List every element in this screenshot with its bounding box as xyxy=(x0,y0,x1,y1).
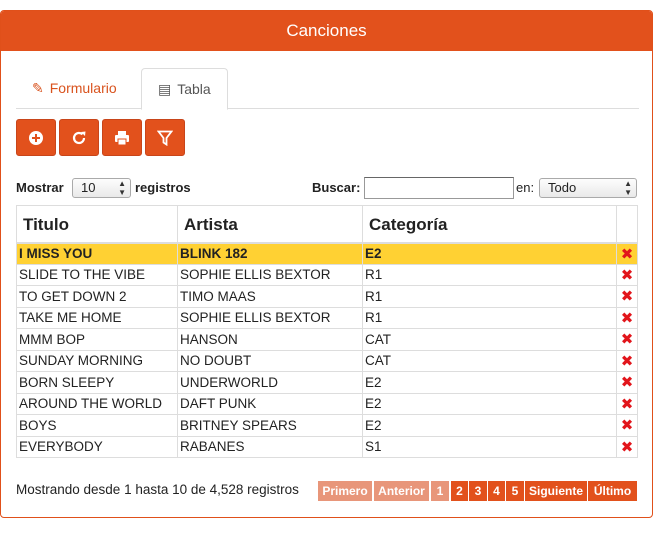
cell-artista: SOPHIE ELLIS BEXTOR xyxy=(177,263,363,286)
page-button-2[interactable]: 2 xyxy=(451,481,468,501)
cell-titulo: SLIDE TO THE VIBE xyxy=(16,263,178,286)
cell-artista: BLINK 182 xyxy=(177,242,363,265)
cell-titulo: TO GET DOWN 2 xyxy=(16,285,178,308)
first-page-button[interactable]: Primero xyxy=(318,481,372,501)
panel-title: Canciones xyxy=(1,11,652,51)
cell-categoria: E2 xyxy=(362,371,617,394)
cell-titulo: TAKE ME HOME xyxy=(16,306,178,329)
cell-categoria: E2 xyxy=(362,392,617,415)
next-page-button[interactable]: Siguiente xyxy=(525,481,587,501)
table-header-row: Titulo Artista Categoría xyxy=(16,205,638,244)
delete-icon[interactable]: ✖ xyxy=(616,435,638,458)
table-row[interactable]: BOYS BRITNEY SPEARS E2 ✖ xyxy=(16,414,638,437)
plus-circle-icon xyxy=(29,130,43,145)
delete-icon[interactable]: ✖ xyxy=(616,371,638,394)
page-button-1[interactable]: 1 xyxy=(431,481,449,501)
tab-bar: ✎ Formulario ▤ Tabla xyxy=(16,68,639,110)
table-row[interactable]: EVERYBODY RABANES S1 ✖ xyxy=(16,435,638,458)
show-label: Mostrar xyxy=(16,180,64,195)
refresh-icon xyxy=(72,131,86,144)
cell-artista: NO DOUBT xyxy=(177,349,363,372)
column-header-categoria[interactable]: Categoría xyxy=(362,205,617,244)
cell-categoria: E2 xyxy=(362,414,617,437)
cell-artista: HANSON xyxy=(177,328,363,351)
column-header-artista[interactable]: Artista xyxy=(177,205,363,244)
search-field-value: Todo xyxy=(548,180,577,195)
page-button-3[interactable]: 3 xyxy=(469,481,487,501)
cell-artista: DAFT PUNK xyxy=(177,392,363,415)
filter-button[interactable] xyxy=(145,119,185,156)
refresh-button[interactable] xyxy=(59,119,99,156)
cell-titulo: BOYS xyxy=(16,414,178,437)
table-row[interactable]: SUNDAY MORNING NO DOUBT CAT ✖ xyxy=(16,349,638,372)
delete-icon[interactable]: ✖ xyxy=(616,242,638,265)
add-button[interactable] xyxy=(16,119,56,156)
table-row[interactable]: TAKE ME HOME SOPHIE ELLIS BEXTOR R1 ✖ xyxy=(16,306,638,329)
tab-tabla[interactable]: ▤ Tabla xyxy=(141,68,228,110)
delete-icon[interactable]: ✖ xyxy=(616,285,638,308)
search-label: Buscar: xyxy=(312,180,361,195)
table-controls: Mostrar 10 ▲ ▼ registros Buscar: en: Todo… xyxy=(16,177,637,199)
page-size-value: 10 xyxy=(81,180,96,195)
pencil-icon: ✎ xyxy=(32,80,44,96)
tab-formulario[interactable]: ✎ Formulario xyxy=(16,68,139,110)
cell-artista: UNDERWORLD xyxy=(177,371,363,394)
cell-artista: TIMO MAAS xyxy=(177,285,363,308)
table-row[interactable]: I MISS YOU BLINK 182 E2 ✖ xyxy=(16,242,638,265)
table-icon: ▤ xyxy=(158,81,172,97)
delete-icon[interactable]: ✖ xyxy=(616,328,638,351)
table-row[interactable]: BORN SLEEPY UNDERWORLD E2 ✖ xyxy=(16,371,638,394)
page-button-4[interactable]: 4 xyxy=(488,481,505,501)
page-button-5[interactable]: 5 xyxy=(506,481,524,501)
cell-artista: RABANES xyxy=(177,435,363,458)
delete-icon[interactable]: ✖ xyxy=(616,263,638,286)
column-header-titulo[interactable]: Titulo xyxy=(16,205,178,244)
cell-titulo: AROUND THE WORLD xyxy=(16,392,178,415)
select-arrows-icon: ▲ ▼ xyxy=(624,179,632,197)
select-arrows-icon: ▲ ▼ xyxy=(118,179,126,197)
cell-titulo: BORN SLEEPY xyxy=(16,371,178,394)
delete-icon[interactable]: ✖ xyxy=(616,414,638,437)
records-info: Mostrando desde 1 hasta 10 de 4,528 regi… xyxy=(16,482,299,497)
table-row[interactable]: TO GET DOWN 2 TIMO MAAS R1 ✖ xyxy=(16,285,638,308)
cell-titulo: I MISS YOU xyxy=(16,242,178,265)
cell-categoria: CAT xyxy=(362,328,617,351)
cell-artista: BRITNEY SPEARS xyxy=(177,414,363,437)
cell-categoria: R1 xyxy=(362,263,617,286)
records-label: registros xyxy=(135,180,191,195)
page-size-select[interactable]: 10 ▲ ▼ xyxy=(72,178,131,198)
delete-icon[interactable]: ✖ xyxy=(616,349,638,372)
cell-categoria: E2 xyxy=(362,242,617,265)
delete-icon[interactable]: ✖ xyxy=(616,392,638,415)
table-row[interactable]: AROUND THE WORLD DAFT PUNK E2 ✖ xyxy=(16,392,638,415)
column-header-actions xyxy=(616,205,638,244)
search-input[interactable] xyxy=(364,177,514,199)
tab-formulario-label: Formulario xyxy=(49,80,117,96)
cell-categoria: R1 xyxy=(362,306,617,329)
tab-tabla-label: Tabla xyxy=(177,81,211,97)
delete-icon[interactable]: ✖ xyxy=(616,306,638,329)
cell-categoria: S1 xyxy=(362,435,617,458)
print-button[interactable] xyxy=(102,119,142,156)
cell-categoria: R1 xyxy=(362,285,617,308)
last-page-button[interactable]: Último xyxy=(588,481,637,501)
cell-categoria: CAT xyxy=(362,349,617,372)
search-in-label: en: xyxy=(516,180,535,195)
search-field-select[interactable]: Todo ▲ ▼ xyxy=(539,178,637,198)
prev-page-button[interactable]: Anterior xyxy=(374,481,429,501)
cell-titulo: EVERYBODY xyxy=(16,435,178,458)
songs-table: Titulo Artista Categoría I MISS YOU BLINK… xyxy=(16,205,638,458)
table-row[interactable]: SLIDE TO THE VIBE SOPHIE ELLIS BEXTOR R1 ✖ xyxy=(16,263,638,286)
filter-icon xyxy=(157,130,173,146)
table-row[interactable]: MMM BOP HANSON CAT ✖ xyxy=(16,328,638,351)
print-icon xyxy=(115,130,129,145)
cell-artista: SOPHIE ELLIS BEXTOR xyxy=(177,306,363,329)
cell-titulo: MMM BOP xyxy=(16,328,178,351)
cell-titulo: SUNDAY MORNING xyxy=(16,349,178,372)
